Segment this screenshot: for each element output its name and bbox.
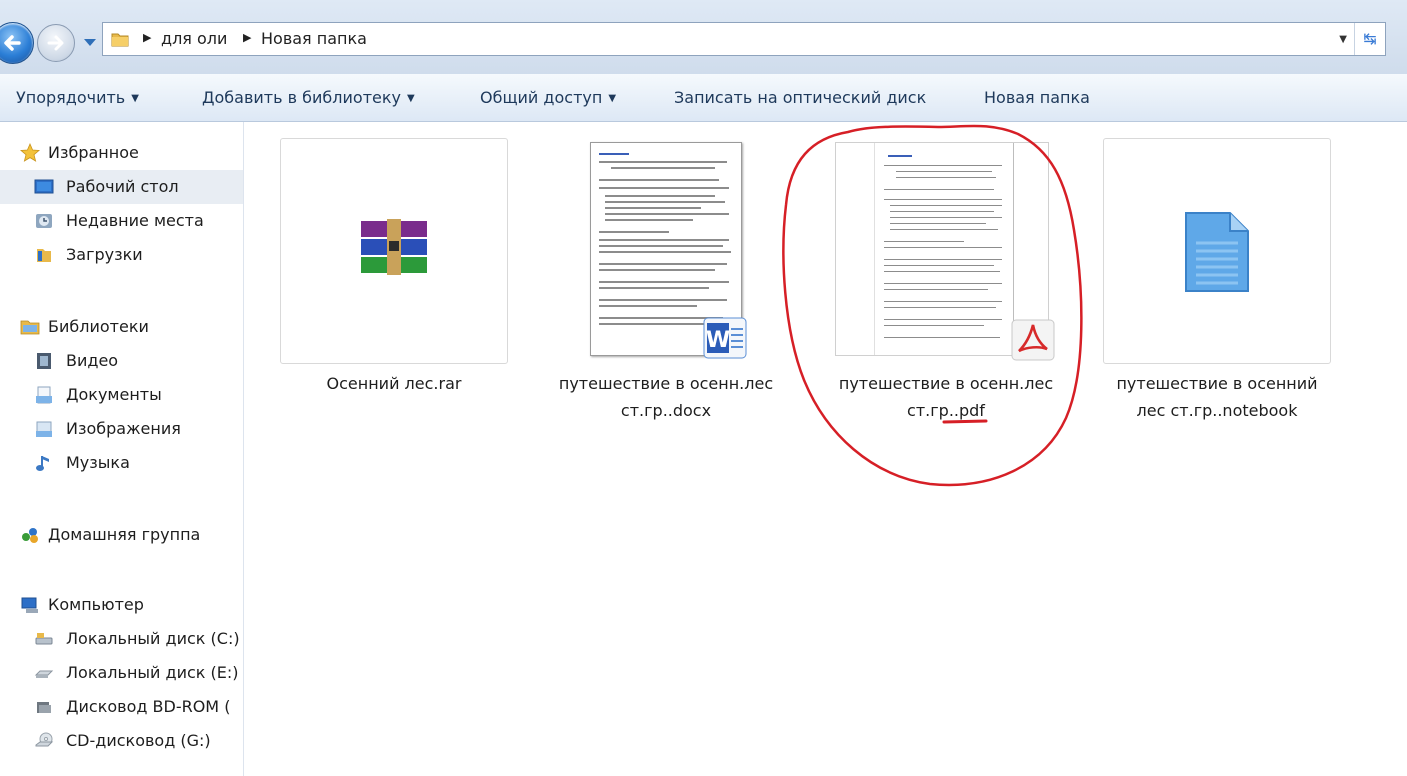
nav-desktop[interactable]: Рабочий стол	[0, 170, 243, 204]
back-arrow-icon	[4, 35, 21, 51]
new-folder-label: Новая папка	[984, 88, 1090, 107]
desktop-icon	[34, 179, 54, 194]
file-name-line: путешествие в осенн.лес	[558, 374, 774, 393]
forward-arrow-icon	[47, 35, 64, 51]
file-thumbnail: W	[552, 138, 780, 364]
file-name-line: Осенний лес.rar	[326, 374, 462, 393]
nav-favorites[interactable]: Избранное	[0, 136, 243, 170]
nav-images[interactable]: Изображения	[0, 412, 243, 446]
address-bar-row: ▶ для оли ▶ Новая папка ▼ ↹	[0, 0, 1407, 74]
breadcrumb-separator-icon[interactable]: ▶	[143, 31, 151, 44]
burn-label: Записать на оптический диск	[674, 88, 927, 107]
nav-documents-label: Документы	[66, 385, 162, 404]
downloads-folder-icon	[37, 249, 51, 262]
back-button[interactable]	[0, 22, 34, 64]
nav-favorites-label: Избранное	[48, 143, 139, 162]
address-dropdown-icon[interactable]: ▼	[1339, 34, 1347, 45]
new-folder-button[interactable]: Новая папка	[984, 88, 1090, 107]
file-name: Осенний лес.rar	[270, 370, 518, 397]
computer-icon	[21, 597, 38, 613]
address-box[interactable]: ▶ для оли ▶ Новая папка ▼ ↹	[102, 22, 1386, 56]
nav-images-label: Изображения	[66, 419, 181, 438]
share-label: Общий доступ	[480, 88, 603, 107]
nav-drive-c-label: Локальный диск (C:)	[66, 629, 240, 648]
nav-video[interactable]: Видео	[0, 344, 243, 378]
refresh-icon: ↹	[1363, 29, 1377, 48]
video-icon	[37, 353, 51, 369]
nav-bd-rom-label: Дисковод BD-ROM (	[66, 697, 231, 716]
add-to-library-label: Добавить в библиотеку	[202, 88, 401, 107]
svg-text:W: W	[706, 328, 730, 353]
file-name-line: путешествие в осенний	[1116, 374, 1318, 393]
nav-music[interactable]: Музыка	[0, 446, 243, 480]
nav-cd-drive[interactable]: CD-дисковод (G:)	[0, 724, 243, 758]
nav-desktop-label: Рабочий стол	[66, 177, 179, 196]
nav-drive-c[interactable]: Локальный диск (C:)	[0, 622, 243, 656]
homegroup-icon	[22, 528, 38, 543]
file-name: путешествие в осенн.лес ст.гр..docx	[542, 370, 790, 424]
breadcrumb-item-current[interactable]: Новая папка	[261, 29, 367, 48]
nav-libraries-label: Библиотеки	[48, 317, 149, 336]
breadcrumb-separator-icon[interactable]: ▶	[243, 31, 251, 44]
nav-downloads-label: Загрузки	[66, 245, 143, 264]
history-dropdown-icon[interactable]	[82, 36, 98, 48]
organize-label: Упорядочить	[16, 88, 126, 107]
file-thumbnail	[280, 138, 508, 364]
file-name-line: ст.гр..pdf	[907, 401, 985, 420]
refresh-button[interactable]: ↹	[1354, 23, 1385, 55]
nav-recent[interactable]: Недавние места	[0, 204, 243, 238]
nav-video-label: Видео	[66, 351, 119, 370]
navigation-pane: Избранное Рабочий стол Недавние места За…	[0, 122, 244, 776]
word-icon: W	[703, 317, 747, 359]
chevron-down-icon: ▼	[608, 93, 617, 104]
nav-downloads[interactable]: Загрузки	[0, 238, 243, 272]
file-name-line: лес ст.гр..notebook	[1136, 401, 1298, 420]
file-thumbnail	[1103, 138, 1331, 364]
hard-drive-icon	[34, 670, 54, 678]
chevron-down-icon: ▼	[406, 93, 415, 104]
music-note-icon	[36, 456, 49, 471]
nav-documents[interactable]: Документы	[0, 378, 243, 412]
file-name-line: ст.гр..docx	[620, 401, 712, 420]
command-bar: Упорядочить ▼ Добавить в библиотеку ▼ Общи…	[0, 74, 1407, 122]
file-list: Осенний лес.rar W путешествие в осенн.ле…	[245, 122, 1407, 776]
breadcrumb-item-parent[interactable]: для оли	[161, 29, 227, 48]
winrar-archive-icon	[361, 219, 427, 275]
optical-drive-icon	[37, 702, 51, 713]
nav-bd-rom[interactable]: Дисковод BD-ROM (	[0, 690, 243, 724]
folder-icon	[111, 33, 129, 47]
file-name-line: путешествие в осенн.лес	[838, 374, 1054, 393]
libraries-icon	[20, 320, 40, 335]
file-name: путешествие в осенн.лес ст.гр..pdf	[822, 370, 1070, 424]
images-icon	[36, 421, 52, 437]
nav-cd-drive-label: CD-дисковод (G:)	[66, 731, 211, 750]
generic-file-icon	[1185, 212, 1249, 292]
system-drive-icon	[35, 633, 53, 645]
nav-homegroup[interactable]: Домашняя группа	[0, 518, 243, 552]
share-button[interactable]: Общий доступ ▼	[480, 88, 616, 107]
pdf-icon	[1011, 319, 1055, 361]
burn-button[interactable]: Записать на оптический диск	[674, 88, 926, 107]
file-thumbnail	[832, 138, 1060, 364]
recent-places-icon	[36, 214, 52, 228]
chevron-down-icon: ▼	[131, 93, 139, 104]
add-to-library-button[interactable]: Добавить в библиотеку ▼	[202, 88, 415, 107]
cd-drive-icon	[35, 732, 54, 747]
nav-computer-label: Компьютер	[48, 595, 144, 614]
file-name: путешествие в осенний лес ст.гр..noteboo…	[1093, 370, 1341, 424]
forward-button[interactable]	[37, 24, 75, 62]
documents-icon	[36, 386, 52, 404]
nav-music-label: Музыка	[66, 453, 130, 472]
star-icon	[20, 143, 40, 162]
nav-computer[interactable]: Компьютер	[0, 588, 243, 622]
nav-drive-e-label: Локальный диск (E:)	[66, 663, 239, 682]
nav-drive-e[interactable]: Локальный диск (E:)	[0, 656, 243, 690]
organize-button[interactable]: Упорядочить ▼	[16, 88, 139, 107]
nav-homegroup-label: Домашняя группа	[48, 525, 201, 544]
nav-recent-label: Недавние места	[66, 211, 204, 230]
nav-libraries[interactable]: Библиотеки	[0, 310, 243, 344]
